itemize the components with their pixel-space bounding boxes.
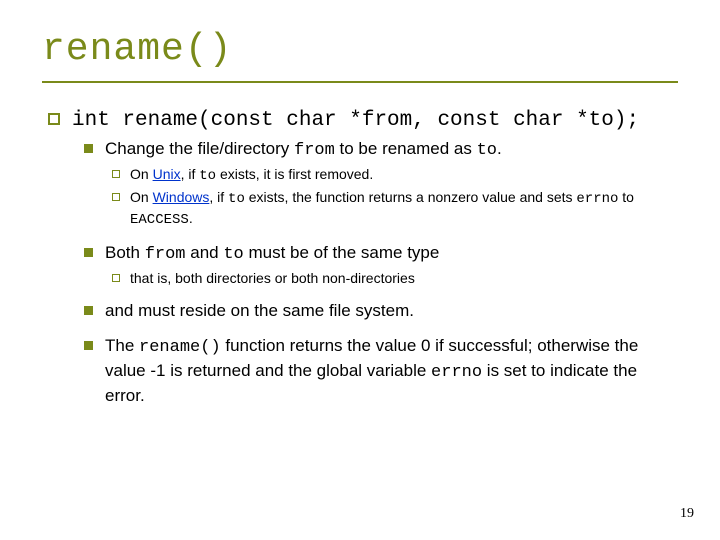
same-fs-text: and must reside on the same file system. (105, 300, 414, 323)
square-open-icon (112, 193, 120, 201)
slide-content: int rename(const char *from, const char … (42, 107, 678, 407)
change-text: Change the file/directory from to be ren… (105, 138, 502, 163)
signature-text: int rename(const char *from, const char … (72, 107, 639, 134)
square-filled-icon (84, 341, 93, 350)
unix-text: On Unix, if to exists, it is first remov… (130, 165, 373, 186)
page-number: 19 (680, 506, 694, 522)
slide-title: rename() (42, 28, 678, 71)
return-text: The rename() function returns the value … (105, 335, 678, 408)
bullet-same-fs: and must reside on the same file system. (84, 300, 678, 323)
bullet-both-dir: that is, both directories or both non-di… (112, 269, 678, 288)
link-windows[interactable]: Windows (153, 189, 210, 205)
square-filled-icon (84, 248, 93, 257)
both-dir-text: that is, both directories or both non-di… (130, 269, 415, 288)
bullet-windows: On Windows, if to exists, the function r… (112, 188, 678, 230)
square-filled-icon (84, 306, 93, 315)
square-open-icon (48, 113, 60, 125)
slide: rename() int rename(const char *from, co… (0, 0, 720, 407)
square-filled-icon (84, 144, 93, 153)
bullet-return: The rename() function returns the value … (84, 335, 678, 408)
windows-text: On Windows, if to exists, the function r… (130, 188, 678, 230)
bullet-both-type: Both from and to must be of the same typ… (84, 242, 678, 267)
link-unix[interactable]: Unix (153, 166, 181, 182)
square-open-icon (112, 274, 120, 282)
square-open-icon (112, 170, 120, 178)
bullet-unix: On Unix, if to exists, it is first remov… (112, 165, 678, 186)
bullet-signature: int rename(const char *from, const char … (48, 107, 678, 134)
title-underline (42, 81, 678, 83)
both-type-text: Both from and to must be of the same typ… (105, 242, 439, 267)
bullet-change: Change the file/directory from to be ren… (84, 138, 678, 163)
